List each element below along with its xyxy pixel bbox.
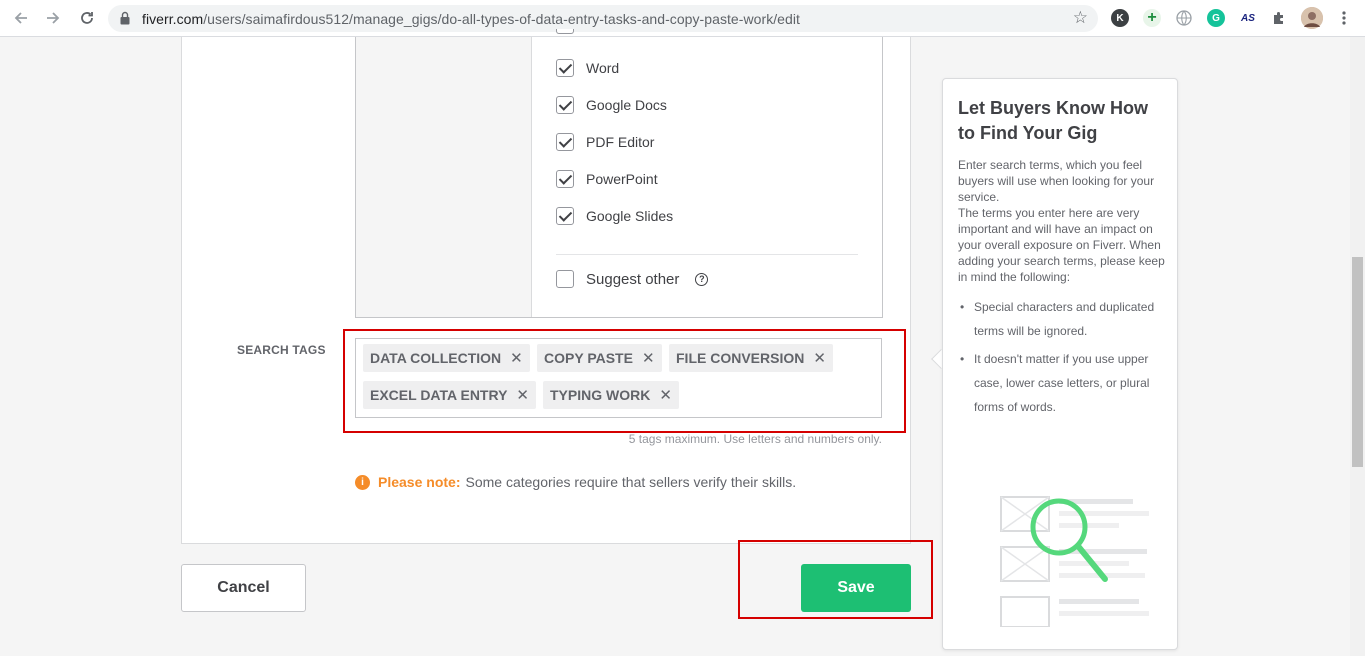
tip-title: Let Buyers Know How to Find Your Gig (958, 98, 1149, 143)
tool-option-partial[interactable] (556, 29, 586, 34)
puzzle-icon[interactable] (1270, 9, 1288, 27)
tool-option-pdf-editor[interactable]: PDF Editor (556, 133, 654, 151)
tool-label: PDF Editor (586, 134, 655, 150)
tip-bullet-list: Special characters and duplicated terms … (958, 295, 1168, 423)
google-slides-checkbox[interactable] (556, 207, 574, 225)
suggest-other-checkbox[interactable] (556, 270, 574, 288)
tool-label: Google Slides (586, 208, 674, 224)
browser-menu-icon[interactable] (1332, 6, 1356, 30)
note-heading: Please note: (378, 474, 461, 490)
add-extension-icon[interactable]: + (1143, 9, 1161, 27)
grammarly-icon[interactable]: G (1207, 9, 1225, 27)
checkbox[interactable] (556, 29, 574, 34)
tip-panel: Let Buyers Know How to Find Your Gig Ent… (942, 78, 1178, 650)
pdf-editor-checkbox[interactable] (556, 133, 574, 151)
please-note-message: i Please note: Some categories require t… (355, 474, 796, 490)
tool-option-google-docs[interactable]: Google Docs (556, 96, 667, 114)
tool-label: PowerPoint (586, 171, 658, 187)
google-docs-checkbox[interactable] (556, 96, 574, 114)
k-extension-icon[interactable]: K (1111, 9, 1129, 27)
tool-label: Google Docs (586, 97, 667, 113)
back-arrow-icon[interactable] (9, 6, 33, 30)
tool-label: Word (586, 60, 620, 76)
tags-hint: 5 tags maximum. Use letters and numbers … (628, 432, 882, 446)
bookmark-star-icon[interactable]: ☆ (1073, 8, 1088, 28)
word-checkbox[interactable] (556, 59, 574, 77)
tool-option-google-slides[interactable]: Google Slides (556, 207, 673, 225)
save-highlight-box (738, 540, 933, 619)
suggest-other-label: Suggest other (586, 270, 680, 288)
tip-paragraph: The terms you enter here are very import… (958, 206, 1165, 284)
url-text: fiverr.com/users/saimafirdous512/manage_… (142, 11, 800, 27)
search-magnifier-illustration (1000, 489, 1161, 627)
tools-metadata-box: Word Google Docs PDF Editor PowerPoint G… (355, 29, 883, 318)
lock-icon (120, 11, 130, 25)
tip-body: Enter search terms, which you feel buyer… (958, 157, 1168, 285)
metadata-category-column (356, 37, 532, 317)
cancel-button[interactable]: Cancel (181, 564, 306, 612)
powerpoint-checkbox[interactable] (556, 170, 574, 188)
tool-option-word[interactable]: Word (556, 59, 619, 77)
tags-highlight-box (343, 329, 906, 433)
tool-option-powerpoint[interactable]: PowerPoint (556, 170, 658, 188)
reload-icon[interactable] (75, 6, 99, 30)
forward-arrow-icon[interactable] (41, 6, 65, 30)
help-question-icon[interactable]: ? (695, 272, 709, 286)
page-scrollbar-thumb[interactable] (1352, 257, 1363, 467)
browser-toolbar: fiverr.com/users/saimafirdous512/manage_… (0, 0, 1365, 37)
tip-bullet: Special characters and duplicated terms … (958, 295, 1168, 343)
as-extension-icon[interactable]: AS (1238, 9, 1258, 27)
search-tags-label: SEARCH TAGS (237, 343, 326, 357)
profile-avatar[interactable] (1301, 7, 1323, 29)
globe-icon[interactable] (1175, 9, 1193, 27)
address-bar[interactable]: fiverr.com/users/saimafirdous512/manage_… (108, 5, 1098, 32)
suggest-other-option[interactable]: Suggest other ? (556, 270, 709, 288)
tip-bullet: It doesn't matter if you use upper case,… (958, 347, 1168, 419)
info-icon: i (355, 474, 370, 490)
divider (556, 254, 858, 255)
tip-paragraph: Enter search terms, which you feel buyer… (958, 158, 1155, 204)
note-text: Some categories require that sellers ver… (465, 474, 797, 490)
